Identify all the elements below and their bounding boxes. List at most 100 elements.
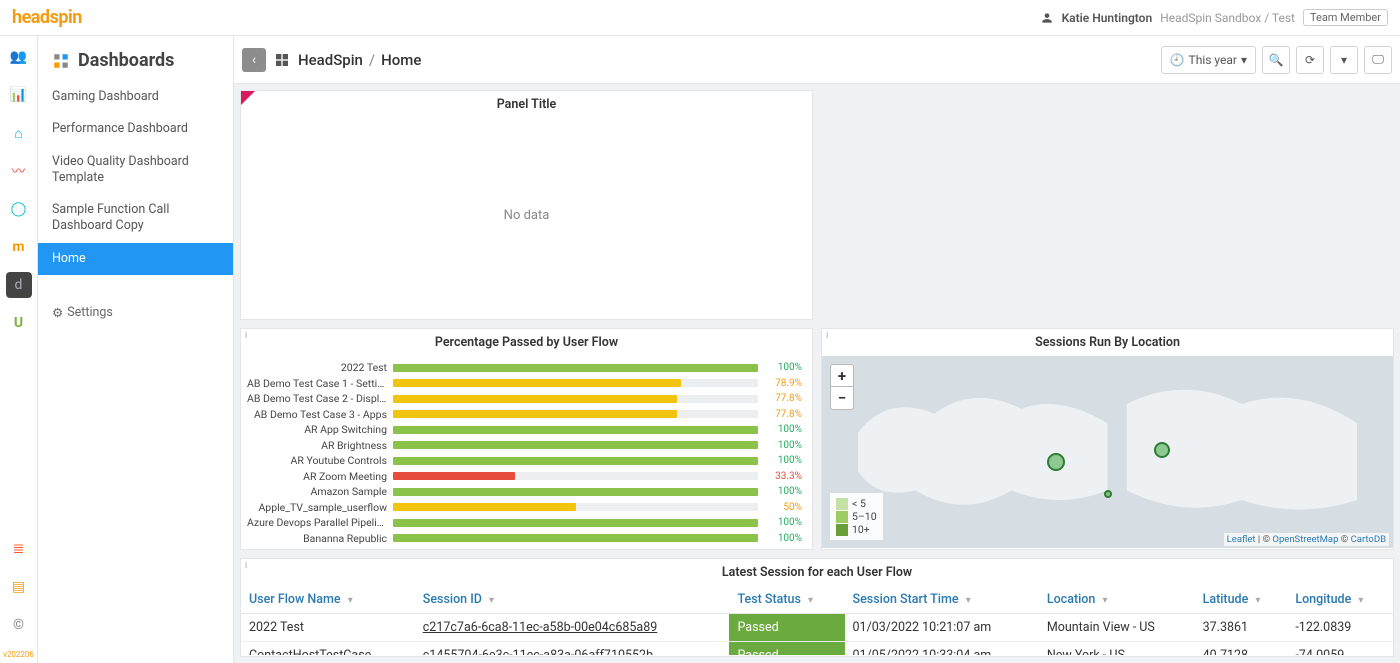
rail-doc-icon[interactable]: ▤ [6, 574, 32, 600]
map-body[interactable]: + − < 55–1010+ Leaflet | © OpenStreetMap… [822, 356, 1393, 548]
rail-list-icon[interactable]: ≣ [6, 536, 32, 562]
legend-swatch [836, 498, 848, 510]
rail-users-icon[interactable]: 👥 [6, 44, 32, 70]
column-header[interactable]: Longitude ▾ [1287, 586, 1393, 614]
sidebar-item[interactable]: Performance Dashboard [38, 113, 233, 145]
panel-user-flow: i Percentage Passed by User Flow 2022 Te… [240, 328, 813, 550]
flow-pct: 100% [764, 455, 802, 466]
flow-label: AR Youtube Controls [247, 454, 387, 467]
column-header[interactable]: Latitude ▾ [1195, 586, 1288, 614]
legend-row: 10+ [836, 523, 877, 536]
user-org: HeadSpin Sandbox / Test [1160, 11, 1295, 25]
flow-row[interactable]: Amazon Sample100% [247, 484, 802, 500]
zoom-out-button[interactable]: − [831, 387, 853, 409]
flow-row[interactable]: Azure Devops Parallel Pipeline 100% [247, 515, 802, 531]
cell-start-time: 01/03/2022 10:21:07 am [845, 614, 1039, 642]
filter-icon[interactable]: ▾ [348, 595, 353, 606]
filter-icon[interactable]: ▾ [1255, 595, 1260, 606]
flow-pct: 100% [764, 517, 802, 528]
column-header[interactable]: Session ID ▾ [415, 586, 730, 614]
flow-bar [393, 364, 758, 372]
flow-row[interactable]: Bananna Republic100% [247, 531, 802, 547]
refresh-button[interactable]: ⟳ [1296, 46, 1324, 74]
flow-row[interactable]: AB Demo Test Case 1 - Settings78.9% [247, 376, 802, 392]
map-point[interactable] [1104, 490, 1112, 498]
table-row[interactable]: 2022 Testc217c7a6-6ca8-11ec-a58b-00e04c6… [241, 614, 1393, 642]
rail-home-icon[interactable]: ⌂ [6, 120, 32, 146]
filter-icon[interactable]: ▾ [489, 595, 494, 606]
filter-icon[interactable]: ▾ [808, 595, 813, 606]
back-button[interactable]: ‹ [242, 48, 266, 72]
panel-info-icon[interactable]: i [826, 331, 828, 341]
map-zoom-control: + − [830, 364, 854, 410]
rail-copyright-icon[interactable]: © [6, 612, 32, 638]
flow-row[interactable]: AR App Switching100% [247, 422, 802, 438]
flow-row[interactable]: 2022 Test100% [247, 360, 802, 376]
filter-icon[interactable]: ▾ [1358, 595, 1363, 606]
table-row[interactable]: ContactHostTestCasec1455704-6e3c-11ec-a8… [241, 642, 1393, 656]
filter-icon[interactable]: ▾ [966, 595, 971, 606]
breadcrumb-space[interactable]: HeadSpin [298, 51, 363, 69]
zoom-in-button[interactable]: + [831, 365, 853, 387]
cell-session-id[interactable]: c1455704-6e3c-11ec-a83a-06aff710552b [415, 642, 730, 656]
column-header[interactable]: Location ▾ [1039, 586, 1195, 614]
grid-icon[interactable] [274, 52, 290, 68]
breadcrumb[interactable]: HeadSpin / Home [298, 51, 421, 69]
display-button[interactable]: 🖵 [1364, 46, 1392, 74]
sidebar-item[interactable]: Sample Function Call Dashboard Copy [38, 194, 233, 243]
flow-row[interactable]: AR Brightness100% [247, 438, 802, 454]
panel-info-icon[interactable]: i [245, 331, 247, 341]
rail-curve-icon[interactable]: 〰 [6, 158, 32, 184]
leaflet-link[interactable]: Leaflet [1227, 534, 1256, 545]
filter-icon[interactable]: ▾ [1102, 595, 1107, 606]
sidebar-item[interactable]: Video Quality Dashboard Template [38, 146, 233, 195]
panel-title[interactable]: Panel Title [241, 91, 812, 118]
sidebar-item[interactable]: Home [38, 243, 233, 275]
cartodb-link[interactable]: CartoDB [1351, 534, 1386, 545]
flow-row[interactable]: AB Demo Test Case 2 - Display77.8% [247, 391, 802, 407]
column-header[interactable]: Test Status ▾ [729, 586, 844, 614]
flow-row[interactable]: AR Zoom Meeting33.3% [247, 469, 802, 485]
column-header[interactable]: Session Start Time ▾ [845, 586, 1039, 614]
refresh-menu-button[interactable]: ▾ [1330, 46, 1358, 74]
cell-session-id[interactable]: c217c7a6-6ca8-11ec-a58b-00e04c685a89 [415, 614, 730, 642]
rail-chart-icon[interactable]: 📊 [6, 82, 32, 108]
panel-title[interactable]: Latest Session for each User Flow [241, 559, 1393, 586]
cell-status: Passed [729, 614, 844, 642]
rail-m-icon[interactable]: m [6, 234, 32, 260]
map-point[interactable] [1154, 442, 1170, 458]
flow-bar-track [393, 441, 758, 449]
flow-row[interactable]: Apple_TV_sample_userflow50% [247, 500, 802, 516]
rail-loop-icon[interactable]: ◯ [6, 196, 32, 222]
sidebar-settings[interactable]: ⚙ Settings [38, 295, 233, 331]
map-point[interactable] [1047, 453, 1065, 471]
rail-dash-icon[interactable]: d [6, 272, 32, 298]
flow-label: Azure Devops Parallel Pipeline [247, 516, 387, 529]
flow-row[interactable]: AR Youtube Controls 100% [247, 453, 802, 469]
legend-swatch [836, 511, 848, 523]
breadcrumb-page[interactable]: Home [381, 51, 421, 69]
zoom-out-button[interactable]: 🔍 [1262, 46, 1290, 74]
panel-info-icon[interactable]: i [245, 561, 247, 571]
panel-title[interactable]: Sessions Run By Location [822, 329, 1393, 356]
version-label: v202206 [3, 650, 34, 659]
panel-title[interactable]: Percentage Passed by User Flow [241, 329, 812, 356]
flow-label: Apple_TV_sample_userflow [247, 501, 387, 514]
page-header: ‹ HeadSpin / Home 🕘 This year ▾ 🔍 ⟳ ▾ 🖵 [234, 36, 1400, 84]
flow-bar-track [393, 410, 758, 418]
legend-row: < 5 [836, 497, 877, 510]
flow-row[interactable]: AB Demo Test Case 3 - Apps77.8% [247, 407, 802, 423]
brand-logo[interactable]: headspin [12, 7, 82, 28]
column-header[interactable]: User Flow Name ▾ [241, 586, 415, 614]
top-bar: headspin Katie Huntington HeadSpin Sandb… [0, 0, 1400, 36]
flow-bar [393, 379, 681, 387]
osm-link[interactable]: OpenStreetMap [1272, 534, 1338, 545]
flow-bar [393, 472, 515, 480]
legend-label: < 5 [852, 497, 866, 510]
sidebar-item[interactable]: Gaming Dashboard [38, 81, 233, 113]
panel-alert-corner[interactable] [241, 91, 255, 105]
rail-u-icon[interactable]: U [6, 310, 32, 336]
user-block[interactable]: Katie Huntington HeadSpin Sandbox / Test… [1040, 9, 1388, 26]
time-range-picker[interactable]: 🕘 This year ▾ [1161, 46, 1256, 74]
flow-label: Amazon Sample [247, 485, 387, 498]
